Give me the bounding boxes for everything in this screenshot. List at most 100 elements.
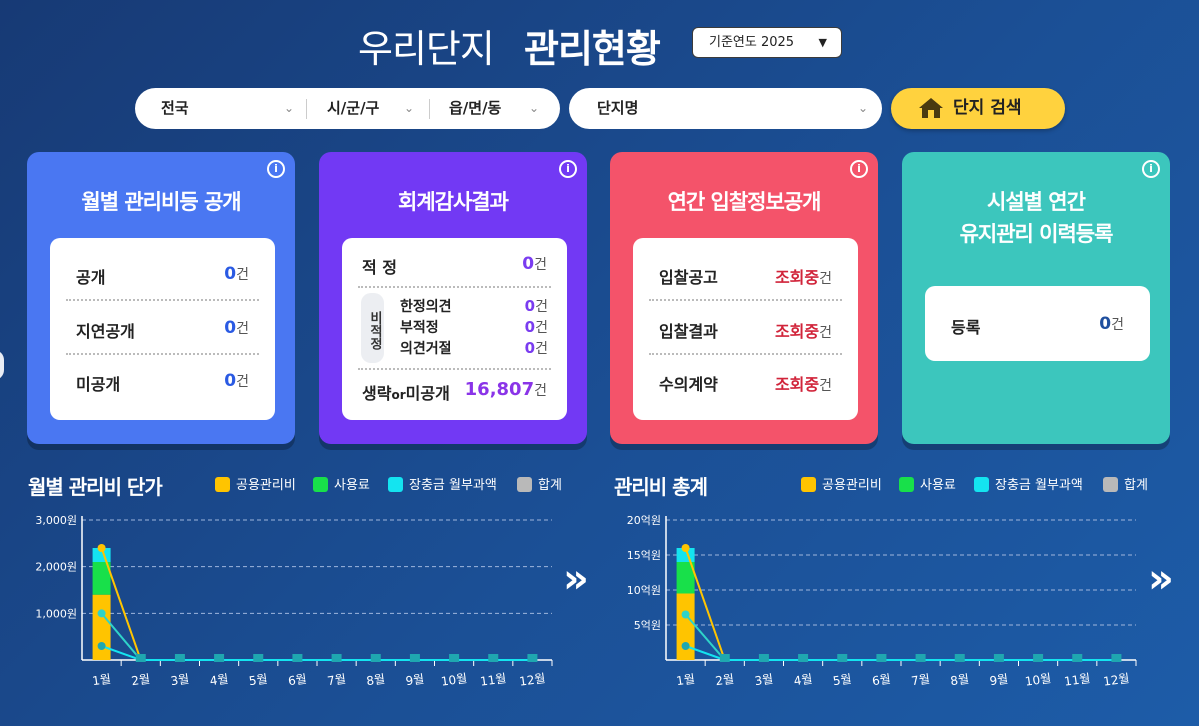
card-title-line2: 유지관리 이력등록 — [959, 222, 1114, 246]
info-icon[interactable]: i — [850, 160, 868, 178]
chevron-down-icon: ⌄ — [529, 101, 540, 115]
list-item[interactable]: 지연공개 0건 — [50, 302, 275, 354]
info-icon[interactable]: i — [1142, 160, 1160, 178]
data-point — [449, 654, 460, 662]
list-item[interactable]: 의견거절 0건 — [400, 338, 548, 359]
sigungu-select-value: 시/군/구 — [327, 99, 380, 117]
complex-search-button[interactable]: 단지 검색 — [891, 88, 1065, 129]
y-tick-label: 3,000원 — [35, 514, 77, 527]
data-point — [97, 609, 106, 618]
legend-label: 합계 — [1124, 478, 1148, 493]
row-unit: 건 — [535, 341, 548, 357]
bar-common — [676, 593, 695, 660]
row-unit: 건 — [236, 374, 249, 390]
chevron-down-icon: ⌄ — [284, 101, 295, 115]
info-icon[interactable]: i — [267, 160, 285, 178]
list-item[interactable]: 공개 0건 — [50, 248, 275, 300]
legend-swatch — [974, 477, 989, 492]
row-label: 수의계약 — [659, 375, 718, 394]
proper-value-wrap: 0건 — [522, 254, 547, 274]
legend-item[interactable]: 합계 — [1103, 474, 1148, 493]
list-item[interactable]: 수의계약 조회중건 — [633, 355, 858, 407]
chart-total: 5억원 10억원 15억원 20억원 1월 2월 3월 4월 5월 6월 7월 8월 9월 10월 11월 1… — [627, 514, 1137, 689]
legend-item[interactable]: 공용관리비 — [801, 474, 882, 493]
divider — [649, 299, 842, 301]
next-arrow-icon[interactable]: » — [563, 556, 589, 602]
data-point — [1111, 654, 1122, 662]
list-item[interactable]: 한정의견 0건 — [400, 296, 548, 317]
card-facility-history[interactable]: i 시설별 연간 유지관리 이력등록 등록 0건 — [902, 152, 1170, 444]
row-label: 한정의견 — [400, 299, 452, 315]
data-point — [993, 654, 1004, 662]
info-icon[interactable]: i — [559, 160, 577, 178]
row-unit: 건 — [535, 299, 548, 315]
x-tick-label: 7월 — [326, 672, 346, 688]
row-value: 0 — [524, 339, 536, 357]
sido-select[interactable]: 전국 ⌄ — [161, 88, 309, 129]
row-label: 부적정 — [400, 320, 439, 336]
data-point — [719, 654, 730, 662]
data-point — [681, 642, 690, 650]
legend-label: 사용료 — [334, 478, 370, 493]
row-unit: 건 — [236, 321, 249, 337]
page-title-bold: 관리현황 — [524, 27, 661, 71]
complex-name-select[interactable]: 단지명 ⌄ — [569, 88, 882, 129]
page-header: 우리단지 관리현황 기준연도 2025 ▼ — [0, 18, 1199, 71]
row-label: 입찰결과 — [659, 322, 718, 341]
divider — [306, 99, 307, 119]
row-value: 조회중 — [774, 375, 820, 394]
card-bid-info[interactable]: i 연간 입찰정보공개 입찰공고 조회중건 입찰결과 조회중건 수의계약 조회중… — [610, 152, 878, 444]
list-item[interactable]: 입찰공고 조회중건 — [633, 248, 858, 300]
card-audit-result[interactable]: i 회계감사결과 적 정 0건 비적정 한정의견 0건 부적정 0건 의견거절 0건 … — [319, 152, 587, 444]
x-tick-label: 1월 — [91, 672, 111, 688]
legend-total: 공용관리비 사용료 장충금 월부과액 합계 — [801, 474, 1161, 494]
data-point — [681, 544, 690, 552]
x-tick-label: 2월 — [715, 672, 735, 688]
series-line-common — [684, 547, 1117, 661]
legend-swatch — [313, 477, 328, 492]
legend-swatch — [801, 477, 816, 492]
card-monthly-disclosure[interactable]: i 월별 관리비등 공개 공개 0건 지연공개 0건 미공개 0건 — [27, 152, 295, 444]
legend-item[interactable]: 공용관리비 — [215, 474, 296, 493]
x-tick-label: 6월 — [871, 672, 891, 688]
series-line-reserve — [101, 645, 533, 661]
y-tick-label: 5억원 — [634, 619, 661, 632]
list-item[interactable]: 부적정 0건 — [400, 317, 548, 338]
card-title: 월별 관리비등 공개 — [81, 190, 241, 214]
sido-select-value: 전국 — [161, 99, 189, 117]
legend-item[interactable]: 사용료 — [313, 474, 370, 493]
data-point — [331, 654, 342, 662]
x-tick-label: 11월 — [1063, 671, 1091, 689]
data-point — [837, 654, 848, 662]
legend-label: 장충금 월부과액 — [995, 478, 1083, 493]
data-point — [174, 654, 185, 662]
eupmyeondong-select[interactable]: 읍/면/동 ⌄ — [449, 88, 549, 129]
sigungu-select[interactable]: 시/군/구 ⌄ — [327, 88, 427, 129]
year-select[interactable]: 기준연도 2025 ▼ — [692, 27, 842, 58]
list-item[interactable]: 등록 0건 — [925, 298, 1150, 350]
x-tick-label: 11월 — [479, 671, 507, 689]
divider — [358, 286, 551, 288]
home-icon — [919, 98, 943, 118]
list-item[interactable]: 입찰결과 조회중건 — [633, 302, 858, 354]
row-value: 0 — [1099, 314, 1112, 334]
y-tick-label: 20억원 — [627, 514, 661, 527]
next-arrow-icon[interactable]: » — [1148, 556, 1174, 602]
legend-item[interactable]: 합계 — [517, 474, 562, 493]
side-scroll-handle[interactable] — [0, 350, 4, 380]
chevron-down-icon: ▼ — [818, 36, 827, 49]
list-item[interactable]: 미공개 0건 — [50, 355, 275, 407]
legend-swatch — [215, 477, 230, 492]
series-line-usage — [684, 613, 1117, 661]
card-title: 회계감사결과 — [398, 190, 509, 214]
row-unit: 건 — [819, 325, 832, 341]
x-tick-label: 12월 — [518, 671, 546, 689]
legend-item[interactable]: 장충금 월부과액 — [974, 474, 1083, 493]
chevron-down-icon: ⌄ — [857, 101, 868, 115]
legend-item[interactable]: 장충금 월부과액 — [388, 474, 497, 493]
row-label: 입찰공고 — [659, 268, 718, 287]
complex-search-button-label: 단지 검색 — [953, 98, 1022, 118]
legend-item[interactable]: 사용료 — [899, 474, 956, 493]
region-search-bar: 전국 ⌄ 시/군/구 ⌄ 읍/면/동 ⌄ — [135, 88, 560, 129]
page-title-light: 우리단지 — [358, 27, 495, 71]
